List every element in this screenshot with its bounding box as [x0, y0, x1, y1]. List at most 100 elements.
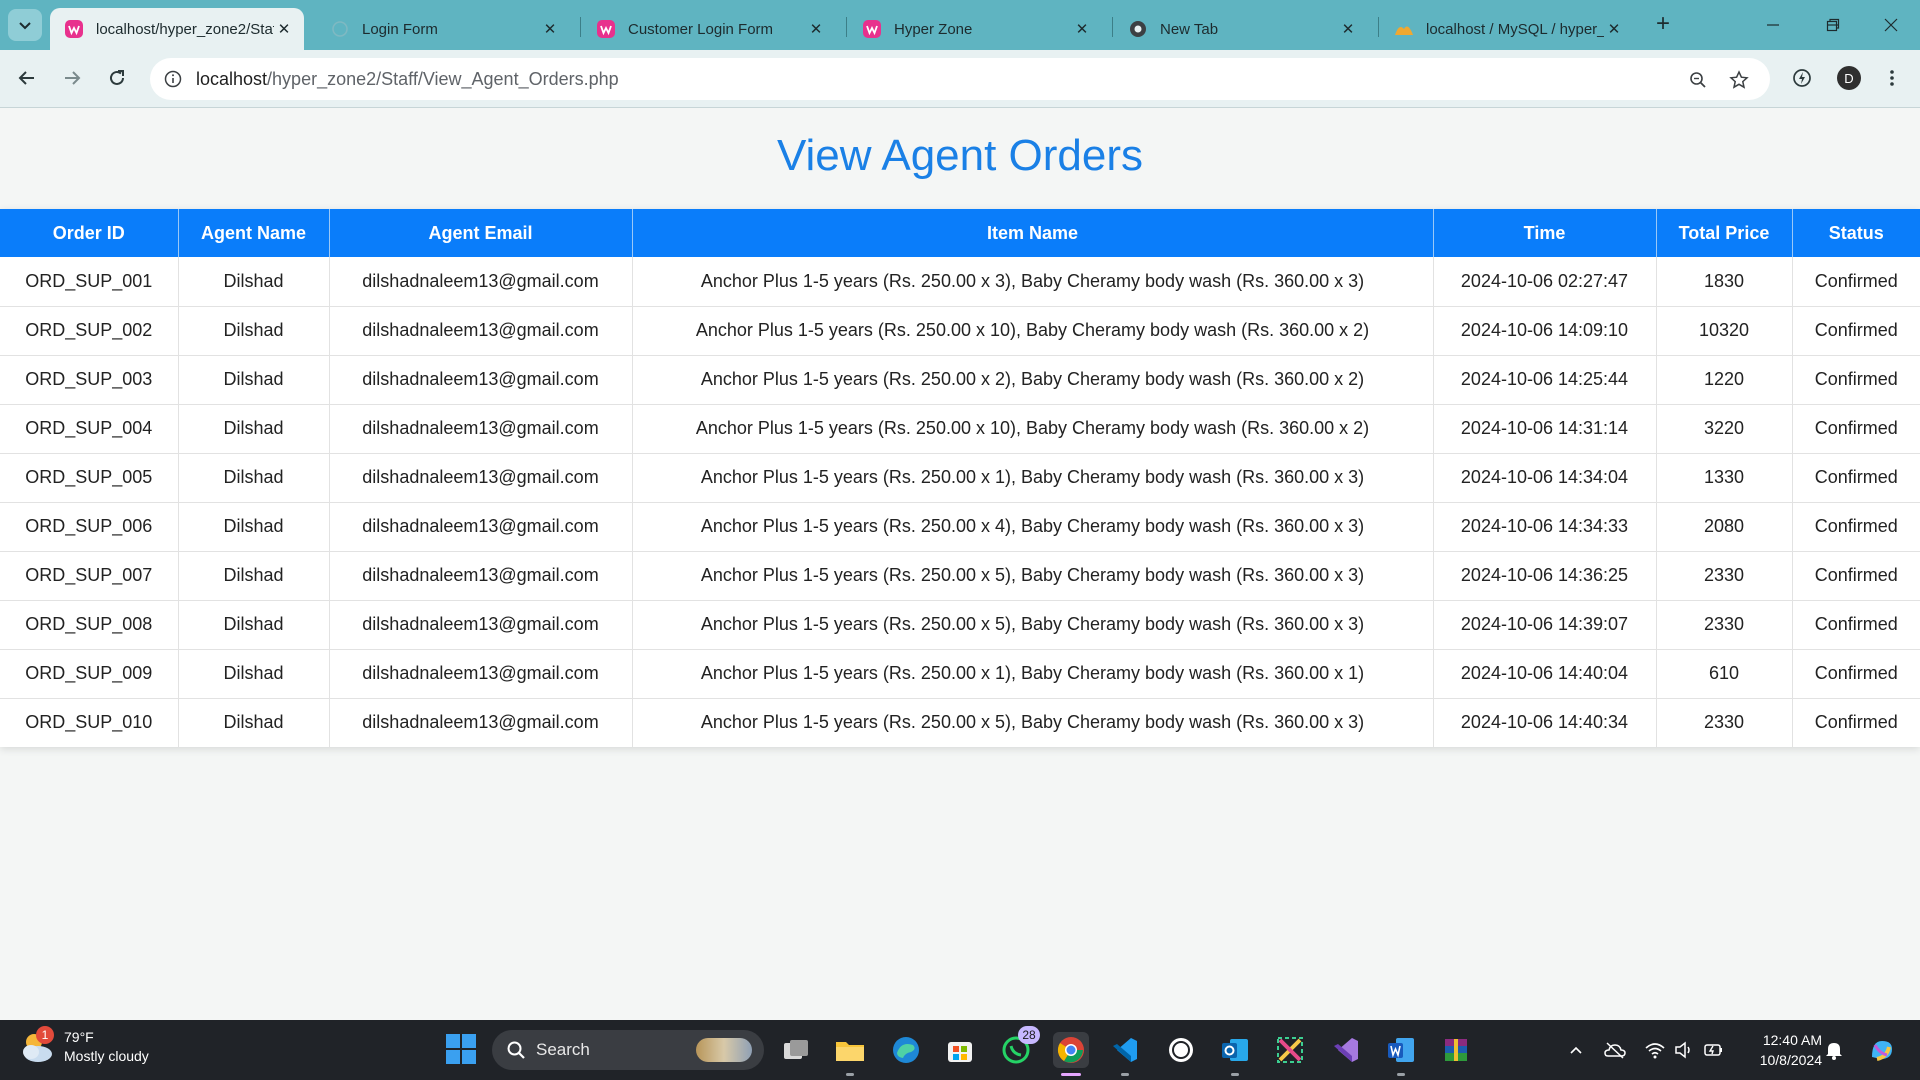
- table-body: ORD_SUP_001 Dilshad dilshadnaleem13@gmail.…: [0, 257, 1920, 747]
- cell-item-name: Anchor Plus 1-5 years (Rs. 250.00 x 10),…: [632, 404, 1434, 454]
- close-tab-icon[interactable]: ✕: [1072, 19, 1092, 39]
- cell-agent-email: dilshadnaleem13@gmail.com: [329, 453, 633, 503]
- store-icon[interactable]: [942, 1032, 978, 1068]
- start-button[interactable]: [446, 1034, 476, 1064]
- windows-logo-pane: [462, 1050, 476, 1064]
- vscode-icon[interactable]: [1107, 1032, 1143, 1076]
- site-info-icon[interactable]: [162, 68, 184, 90]
- cell-order-id: ORD_SUP_008: [0, 600, 179, 650]
- zoom-icon[interactable]: [1686, 68, 1710, 92]
- taskbar-search[interactable]: Search: [492, 1030, 764, 1070]
- onedrive-offline-icon[interactable]: [1603, 1038, 1627, 1062]
- close-tab-icon[interactable]: ✕: [806, 19, 826, 39]
- cell-agent-name: Dilshad: [178, 306, 330, 356]
- tab-divider: [1112, 17, 1113, 37]
- cell-total-price: 2330: [1656, 698, 1793, 747]
- back-button[interactable]: [11, 62, 43, 94]
- whatsapp-icon[interactable]: 28: [998, 1026, 1040, 1068]
- close-tab-icon[interactable]: ✕: [1604, 19, 1624, 39]
- close-tab-icon[interactable]: ✕: [274, 19, 294, 39]
- restore-button[interactable]: [1808, 10, 1858, 40]
- profile-avatar[interactable]: D: [1837, 66, 1861, 90]
- cell-agent-name: Dilshad: [178, 355, 330, 405]
- show-hidden-icons-chevron-icon[interactable]: [1564, 1038, 1588, 1062]
- whatsapp-desktop-icon[interactable]: [1163, 1032, 1199, 1068]
- table-row: ORD_SUP_004 Dilshad dilshadnaleem13@gmail.…: [0, 404, 1920, 454]
- cell-time: 2024-10-06 14:39:07: [1433, 600, 1657, 650]
- tab-search-button[interactable]: [8, 9, 42, 41]
- cell-agent-email: dilshadnaleem13@gmail.com: [329, 698, 633, 747]
- close-icon: [1884, 18, 1898, 32]
- new-tab-button[interactable]: +: [1650, 12, 1676, 38]
- tab-view-agent-orders[interactable]: localhost/hyper_zone2/Staff/View_Agent_O…: [50, 8, 304, 50]
- system-clock[interactable]: 12:40 AM 10/8/2024: [1740, 1030, 1822, 1070]
- browser-toolbar: localhost/hyper_zone2/Staff/View_Agent_O…: [0, 50, 1920, 108]
- reload-button[interactable]: [101, 62, 133, 94]
- cell-item-name: Anchor Plus 1-5 years (Rs. 250.00 x 1), …: [632, 649, 1434, 699]
- tab-divider: [846, 17, 847, 37]
- cell-item-name: Anchor Plus 1-5 years (Rs. 250.00 x 5), …: [632, 698, 1434, 747]
- cell-total-price: 610: [1656, 649, 1793, 699]
- cell-agent-name: Dilshad: [178, 257, 330, 307]
- column-header-agent-name: Agent Name: [178, 209, 330, 257]
- cell-status: Confirmed: [1814, 712, 1898, 733]
- winrar-icon[interactable]: [1438, 1032, 1474, 1068]
- tab-customer-login-form[interactable]: Customer Login Form ✕: [582, 8, 836, 50]
- visual-studio-icon[interactable]: [1328, 1032, 1364, 1068]
- page-title: View Agent Orders: [776, 131, 1144, 180]
- edge-icon[interactable]: [888, 1032, 924, 1068]
- close-tab-icon[interactable]: ✕: [1338, 19, 1358, 39]
- url-path: /hyper_zone2/Staff/View_Agent_Orders.php: [267, 69, 619, 89]
- notification-bell-icon[interactable]: [1822, 1038, 1846, 1062]
- wifi-icon[interactable]: [1643, 1038, 1667, 1062]
- tab-phpmyadmin[interactable]: localhost / MySQL / hyper_zone2 ✕: [1380, 8, 1634, 50]
- cell-order-id: ORD_SUP_004: [0, 404, 179, 454]
- tab-login-form[interactable]: Login Form ✕: [316, 8, 570, 50]
- tab-new-tab[interactable]: New Tab ✕: [1114, 8, 1368, 50]
- copilot-icon[interactable]: [1865, 1033, 1899, 1067]
- extension-icon: [1793, 69, 1811, 87]
- chrome-icon[interactable]: [1053, 1032, 1089, 1076]
- snipping-tool-icon[interactable]: [1272, 1032, 1308, 1068]
- forward-button[interactable]: [56, 62, 88, 94]
- task-view-icon[interactable]: [778, 1032, 814, 1068]
- cell-order-id: ORD_SUP_005: [0, 453, 179, 503]
- column-header-item-name: Item Name: [632, 209, 1434, 257]
- outlook-icon[interactable]: [1217, 1032, 1253, 1076]
- weather-temperature: 79°F: [64, 1029, 94, 1045]
- clock-time: 12:40 AM: [1762, 1032, 1822, 1048]
- column-header-time: Time: [1433, 209, 1657, 257]
- volume-icon[interactable]: [1672, 1038, 1696, 1062]
- bookmark-star-icon[interactable]: [1727, 68, 1751, 92]
- windows-taskbar: 1 79°F Mostly cloudy Search 28 12:40 AM …: [0, 1020, 1920, 1080]
- address-bar[interactable]: localhost/hyper_zone2/Staff/View_Agent_O…: [150, 58, 1770, 100]
- word-icon[interactable]: [1383, 1032, 1419, 1076]
- arrow-left-icon: [18, 71, 34, 85]
- cell-agent-name: Dilshad: [178, 698, 330, 747]
- cell-status: Confirmed: [1792, 551, 1920, 601]
- table-row: ORD_SUP_002 Dilshad dilshadnaleem13@gmail.…: [0, 306, 1920, 356]
- tab-title: localhost/hyper_zone2/Staff/View_Agent_O…: [96, 20, 274, 38]
- clock-date: 10/8/2024: [1759, 1052, 1822, 1068]
- cell-agent-name: Dilshad: [178, 404, 330, 454]
- file-explorer-icon[interactable]: [832, 1032, 868, 1076]
- column-header-agent-email: Agent Email: [329, 209, 633, 257]
- close-window-button[interactable]: [1866, 10, 1916, 40]
- cell-item-name: Anchor Plus 1-5 years (Rs. 250.00 x 1), …: [632, 453, 1434, 503]
- cell-time: 2024-10-06 14:09:10: [1433, 306, 1657, 356]
- cell-item-name: Anchor Plus 1-5 years (Rs. 250.00 x 5), …: [632, 551, 1434, 601]
- browser-menu-button[interactable]: [1876, 62, 1908, 94]
- cell-item-name: Anchor Plus 1-5 years (Rs. 250.00 x 3), …: [632, 257, 1434, 307]
- tab-title: Customer Login Form: [628, 20, 774, 38]
- close-tab-icon[interactable]: ✕: [540, 19, 560, 39]
- battery-charging-icon[interactable]: [1702, 1038, 1726, 1062]
- tab-hyper-zone[interactable]: Hyper Zone ✕: [848, 8, 1102, 50]
- extensions-button[interactable]: [1786, 62, 1818, 94]
- tab-title: New Tab: [1160, 20, 1219, 38]
- table-row: ORD_SUP_008 Dilshad dilshadnaleem13@gmail.…: [0, 600, 1920, 650]
- cell-order-id: ORD_SUP_009: [0, 649, 179, 699]
- wamp-icon: [64, 19, 84, 39]
- cell-total-price: 10320: [1656, 306, 1793, 356]
- weather-widget[interactable]: 1 79°F Mostly cloudy: [18, 1026, 149, 1066]
- minimize-button[interactable]: [1748, 10, 1798, 40]
